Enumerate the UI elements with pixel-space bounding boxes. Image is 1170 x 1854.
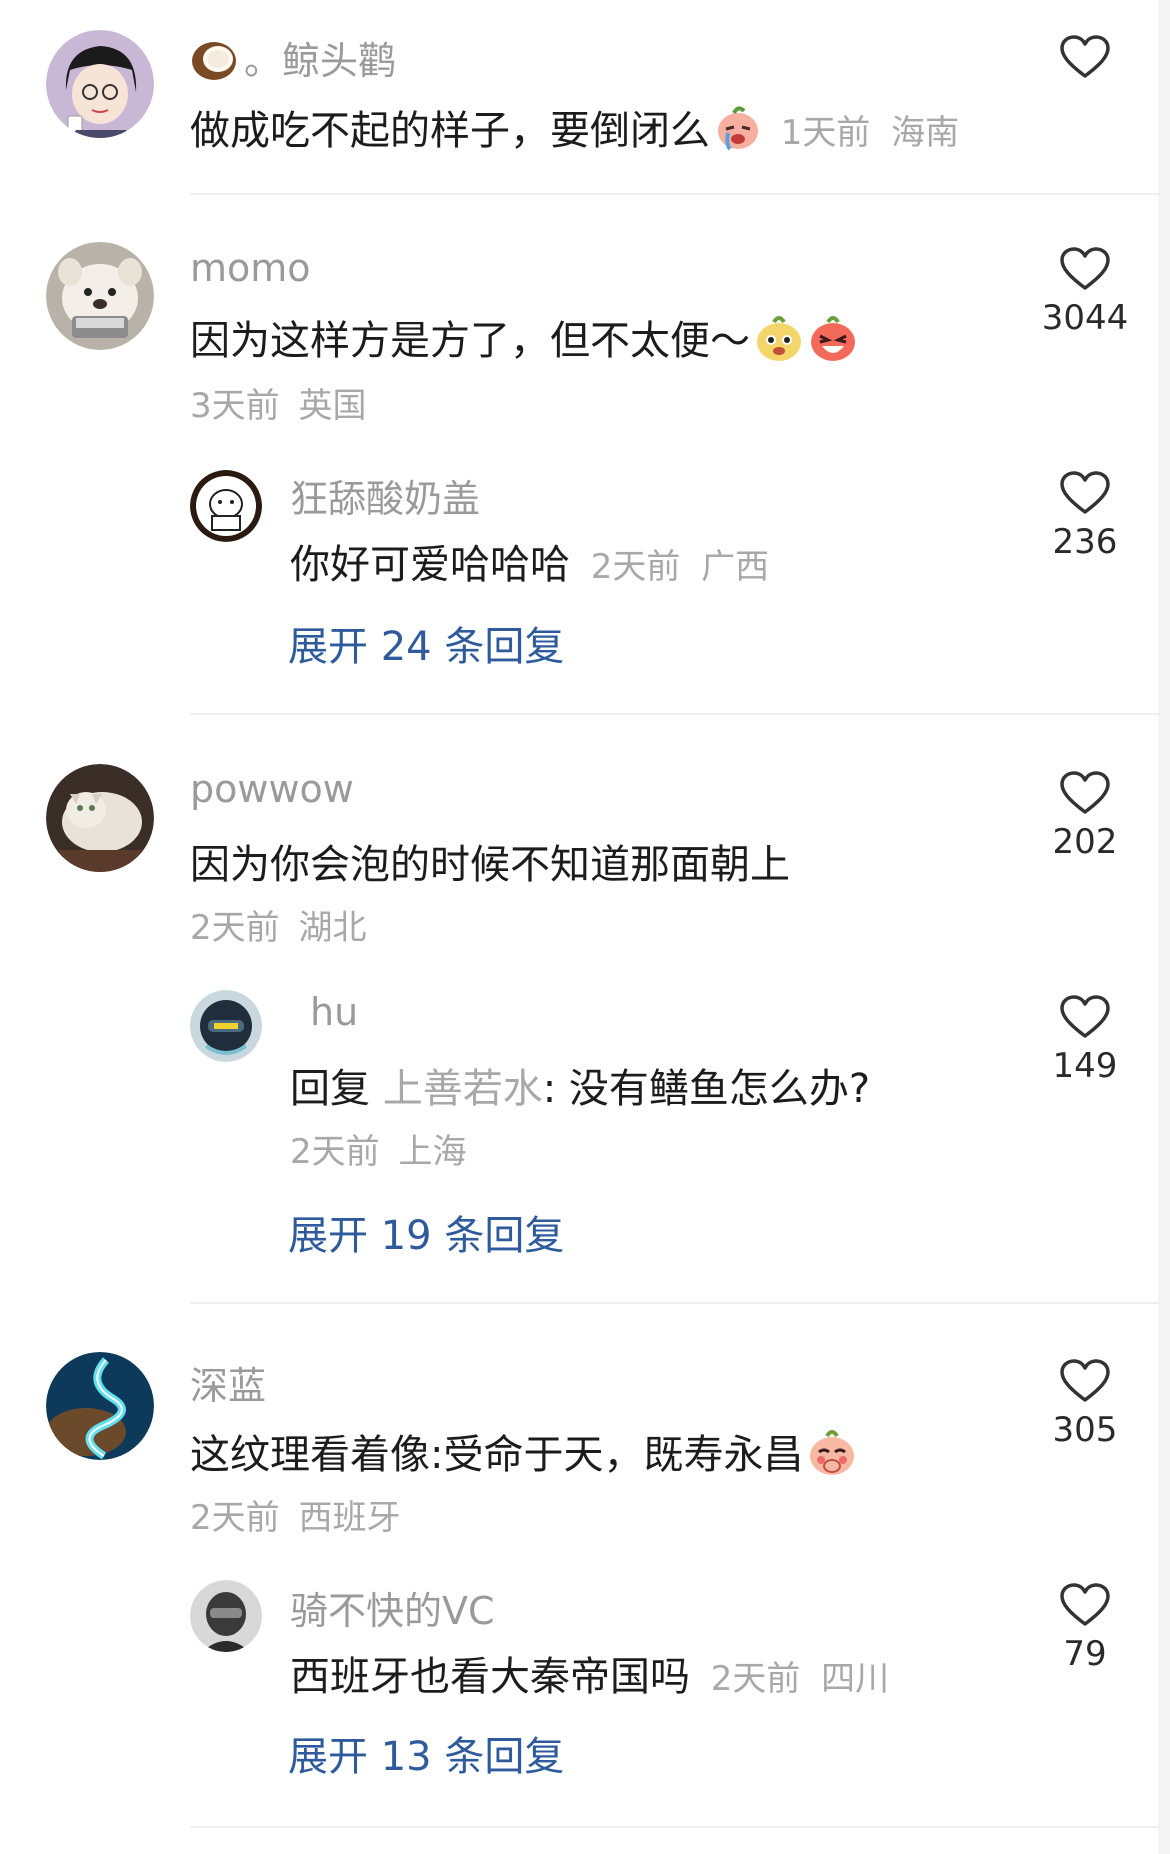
reply-text: 西班牙也看大秦帝国吗 2天前 四川: [290, 1654, 890, 1700]
like-button[interactable]: 202: [1040, 770, 1130, 862]
like-button[interactable]: 3044: [1040, 246, 1130, 338]
comment-username[interactable]: 深蓝: [190, 1355, 266, 1410]
comment-location: 英国: [298, 386, 367, 426]
coconut-icon: [190, 37, 238, 90]
like-count: 79: [1063, 1634, 1107, 1674]
comment-meta: 3天前 英国: [190, 378, 366, 427]
comment-username[interactable]: powwow: [190, 767, 354, 811]
crying-emoji-icon: [714, 105, 762, 161]
reply-like-button[interactable]: 236: [1040, 470, 1130, 562]
like-count: 305: [1052, 1410, 1118, 1450]
comment-text: 做成吃不起的样子，要倒闭么 1天前 海南: [190, 98, 959, 161]
reply-time: 2天前: [590, 547, 681, 587]
comment-time: 2天前: [190, 908, 280, 948]
laughing-emoji-icon: [808, 314, 858, 372]
divider: [190, 713, 1160, 715]
shy-emoji-icon: [807, 1428, 857, 1486]
reply-like-button[interactable]: 149: [1040, 994, 1130, 1086]
like-count: 236: [1052, 522, 1118, 562]
reply-time: 2天前: [710, 1659, 801, 1699]
reply-prefix: 回复: [290, 1066, 370, 1112]
like-count: 3044: [1041, 298, 1129, 338]
divider: [190, 193, 1160, 195]
reply-like-button[interactable]: 79: [1040, 1582, 1130, 1674]
heart-outline-icon: [1060, 1359, 1110, 1402]
reply-text: 回复 上善若水: 没有鳝鱼怎么办?: [290, 1066, 871, 1112]
like-button[interactable]: [1040, 34, 1130, 86]
expand-replies-link[interactable]: 展开 19 条回复: [288, 1203, 564, 1261]
user-avatar[interactable]: [46, 242, 154, 350]
heart-outline-icon: [1060, 471, 1110, 514]
reply-avatar[interactable]: [190, 470, 262, 542]
reply-time: 2天前: [290, 1132, 380, 1172]
user-avatar[interactable]: [46, 30, 154, 138]
reply-location: 广西: [701, 547, 770, 587]
like-button[interactable]: 305: [1040, 1358, 1130, 1450]
reply-username[interactable]: hu: [310, 990, 358, 1034]
heart-outline-icon: [1060, 35, 1110, 78]
like-count: 149: [1052, 1046, 1118, 1086]
reply-location: 四川: [821, 1659, 890, 1699]
user-avatar[interactable]: [46, 1352, 154, 1460]
reply-avatar[interactable]: [190, 1580, 262, 1652]
expand-replies-link[interactable]: 展开 24 条回复: [288, 614, 564, 672]
comment-meta: 2天前 西班牙: [190, 1490, 400, 1539]
reply-text: 你好可爱哈哈哈 2天前 广西: [290, 542, 770, 588]
comment-location: 湖北: [298, 908, 367, 948]
comment-username[interactable]: 。鲸头鹳: [190, 30, 396, 90]
heart-outline-icon: [1060, 1583, 1110, 1626]
expand-replies-link[interactable]: 展开 13 条回复: [288, 1724, 564, 1782]
reply-username[interactable]: 骑不快的VC: [290, 1580, 495, 1635]
comment-meta: 2天前 湖北: [190, 900, 366, 949]
comment-location: 西班牙: [298, 1498, 401, 1538]
heart-outline-icon: [1060, 247, 1110, 290]
comment-time: 3天前: [190, 386, 280, 426]
comment-text: 因为你会泡的时候不知道那面朝上: [190, 842, 790, 888]
comment-location: 海南: [891, 113, 960, 153]
user-avatar[interactable]: [46, 764, 154, 872]
heart-outline-icon: [1060, 771, 1110, 814]
comment-time: 2天前: [190, 1498, 280, 1538]
reply-target-user[interactable]: 上善若水: [383, 1066, 543, 1112]
divider: [190, 1826, 1160, 1828]
reply-username[interactable]: 狂舔酸奶盖: [290, 468, 480, 523]
heart-outline-icon: [1060, 995, 1110, 1038]
reply-meta: 2天前 上海: [290, 1124, 466, 1173]
dog-face-emoji-icon: [754, 314, 804, 372]
scroll-edge: [1158, 0, 1170, 1854]
reply-location: 上海: [398, 1132, 467, 1172]
comment-username[interactable]: momo: [190, 246, 311, 290]
like-count: 202: [1052, 822, 1118, 862]
comment-time: 1天前: [780, 113, 871, 153]
reply-avatar[interactable]: [190, 990, 262, 1062]
divider: [190, 1302, 1160, 1304]
comment-text: 因为这样方是方了，但不太便～: [190, 308, 858, 372]
comment-text: 这纹理看着像:受命于天，既寿永昌: [190, 1422, 857, 1486]
